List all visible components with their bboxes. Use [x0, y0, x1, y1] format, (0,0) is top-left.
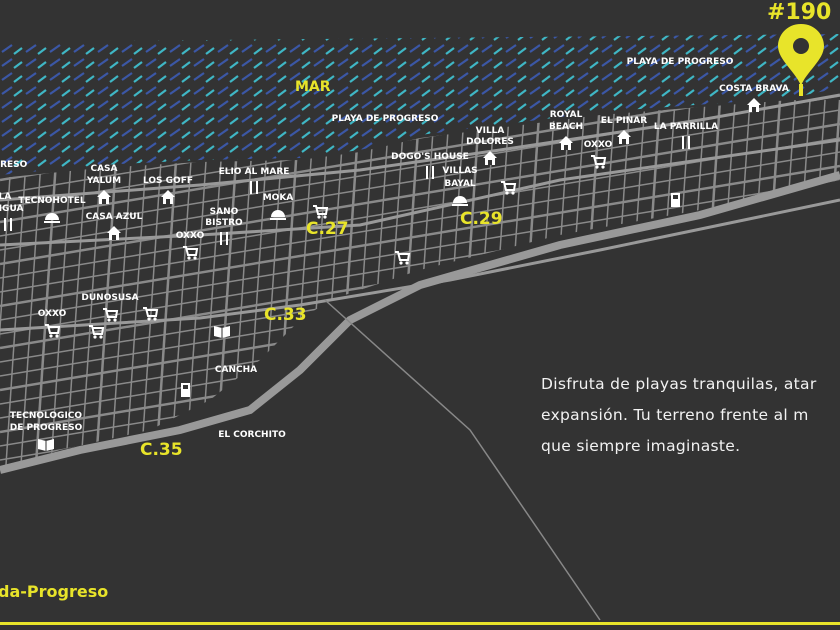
street-label-c35: C.35 [140, 440, 183, 460]
place-label: BAYAL [444, 179, 476, 189]
book-icon [38, 439, 54, 451]
place-label: OXXO [176, 231, 205, 241]
street-label-c33: C.33 [264, 305, 307, 325]
gas-station-icon [671, 193, 680, 207]
bottom-accent-line [0, 622, 840, 625]
place-label: LA PARRILLA [654, 122, 718, 132]
place-label: CANCHA [215, 365, 257, 375]
description-line: Disfruta de playas tranquilas, atar [541, 375, 817, 393]
place-label: EL PINAR [601, 116, 647, 126]
place-label: OXXO [38, 309, 67, 319]
footer-text: da-Progreso [0, 582, 109, 601]
place-label: BISTRO [205, 218, 243, 228]
sea-label: MAR [295, 79, 331, 95]
place-label: CASA AZUL [86, 212, 143, 222]
description: Disfruta de playas tranquilas, atar expa… [541, 369, 840, 462]
place-label: DOLORES [466, 137, 514, 147]
place-label: MOKA [263, 193, 294, 203]
place-label: LOS GOFF [143, 176, 193, 186]
place-label: SANO [210, 207, 239, 217]
place-label: DE PROGRESO [10, 423, 83, 433]
map: C.27 C.29 C.33 C.35 MAR PLAYA DE PROGRES… [0, 24, 840, 621]
place-label: PLAYA DE PROGRESO [627, 57, 734, 67]
place-label: COSTA BRAVA [719, 84, 789, 94]
place-label: DOGO'S HOUSE [391, 152, 469, 162]
place-label: ROYAL [550, 110, 583, 120]
house-icon [107, 226, 121, 240]
hotel-icon [452, 196, 468, 206]
place-label: VILLAS [442, 166, 477, 176]
place-label: TECNOHOTEL [18, 196, 86, 206]
place-label: TECNOLOGICO [10, 411, 82, 421]
hotel-icon [270, 210, 286, 220]
place-label: EL CORCHITO [218, 430, 286, 440]
place-label: PLAYA DE PROGRESO [332, 114, 439, 124]
gas-station-icon [181, 383, 190, 397]
restaurant-icon [682, 136, 690, 149]
place-label: DUNOSUSA [81, 293, 138, 303]
street-label-c29: C.29 [460, 209, 503, 229]
place-label: BEACH [549, 122, 583, 132]
place-label: VILLA [476, 126, 505, 136]
place-label: ELIO AL MARE [219, 167, 290, 177]
place-label: YALUM [86, 176, 121, 186]
description-line: que siempre imaginaste. [541, 437, 741, 455]
restaurant-icon [250, 181, 258, 194]
place-label: OXXO [584, 140, 613, 150]
place-label: GRESO [0, 160, 28, 170]
street-label-c27: C.27 [306, 219, 349, 239]
lot-number: #190 [767, 0, 832, 25]
place-label: CASA [90, 164, 117, 174]
book-icon [214, 326, 230, 338]
place-label: LA [0, 192, 11, 202]
description-line: expansión. Tu terreno frente al m [541, 406, 809, 424]
